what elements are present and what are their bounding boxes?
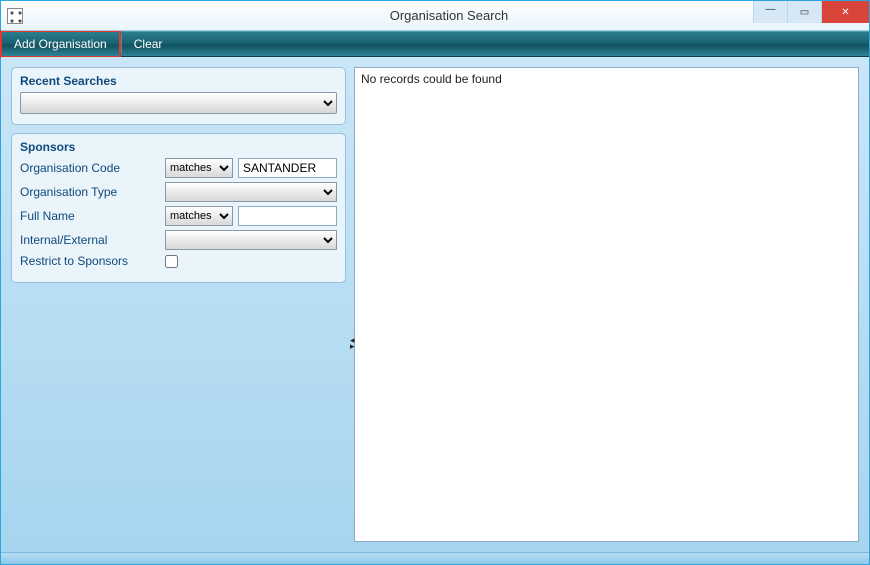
restrict-row: Restrict to Sponsors xyxy=(20,254,337,268)
sponsors-panel: Sponsors Organisation Code matches Organ… xyxy=(11,133,346,283)
restrict-label: Restrict to Sponsors xyxy=(20,254,160,268)
toolbar: Add Organisation Clear xyxy=(1,31,869,57)
full-name-row: Full Name matches xyxy=(20,206,337,226)
org-code-label: Organisation Code xyxy=(20,161,160,175)
results-panel: No records could be found xyxy=(354,67,859,542)
int-ext-row: Internal/External xyxy=(20,230,337,250)
org-code-input[interactable] xyxy=(238,158,337,178)
restrict-checkbox[interactable] xyxy=(165,255,178,268)
add-organisation-highlight: Add Organisation xyxy=(0,30,121,58)
org-type-select[interactable] xyxy=(165,182,337,202)
results-message: No records could be found xyxy=(361,72,502,86)
search-criteria-column: Recent Searches Sponsors Organisation Co… xyxy=(11,67,346,542)
recent-searches-title: Recent Searches xyxy=(20,74,337,88)
int-ext-label: Internal/External xyxy=(20,233,160,247)
recent-searches-select[interactable] xyxy=(20,92,337,114)
window-title: Organisation Search xyxy=(29,8,869,23)
app-icon xyxy=(7,8,23,24)
window-controls: — ▭ ✕ xyxy=(753,1,869,23)
full-name-input[interactable] xyxy=(238,206,337,226)
org-type-row: Organisation Type xyxy=(20,182,337,202)
clear-button[interactable]: Clear xyxy=(122,32,175,56)
minimize-button[interactable]: — xyxy=(753,1,787,23)
client-area: Recent Searches Sponsors Organisation Co… xyxy=(1,57,869,552)
full-name-operator[interactable]: matches xyxy=(165,206,233,226)
recent-searches-panel: Recent Searches xyxy=(11,67,346,125)
titlebar: Organisation Search — ▭ ✕ xyxy=(1,1,869,31)
bottom-bar xyxy=(1,552,869,564)
maximize-button[interactable]: ▭ xyxy=(787,1,821,23)
int-ext-select[interactable] xyxy=(165,230,337,250)
org-type-label: Organisation Type xyxy=(20,185,160,199)
splitter-handle[interactable]: ◂▸ xyxy=(350,337,355,349)
add-organisation-button[interactable]: Add Organisation xyxy=(2,32,119,56)
org-code-operator[interactable]: matches xyxy=(165,158,233,178)
sponsors-title: Sponsors xyxy=(20,140,337,154)
org-code-row: Organisation Code matches xyxy=(20,158,337,178)
close-button[interactable]: ✕ xyxy=(821,1,869,23)
full-name-label: Full Name xyxy=(20,209,160,223)
